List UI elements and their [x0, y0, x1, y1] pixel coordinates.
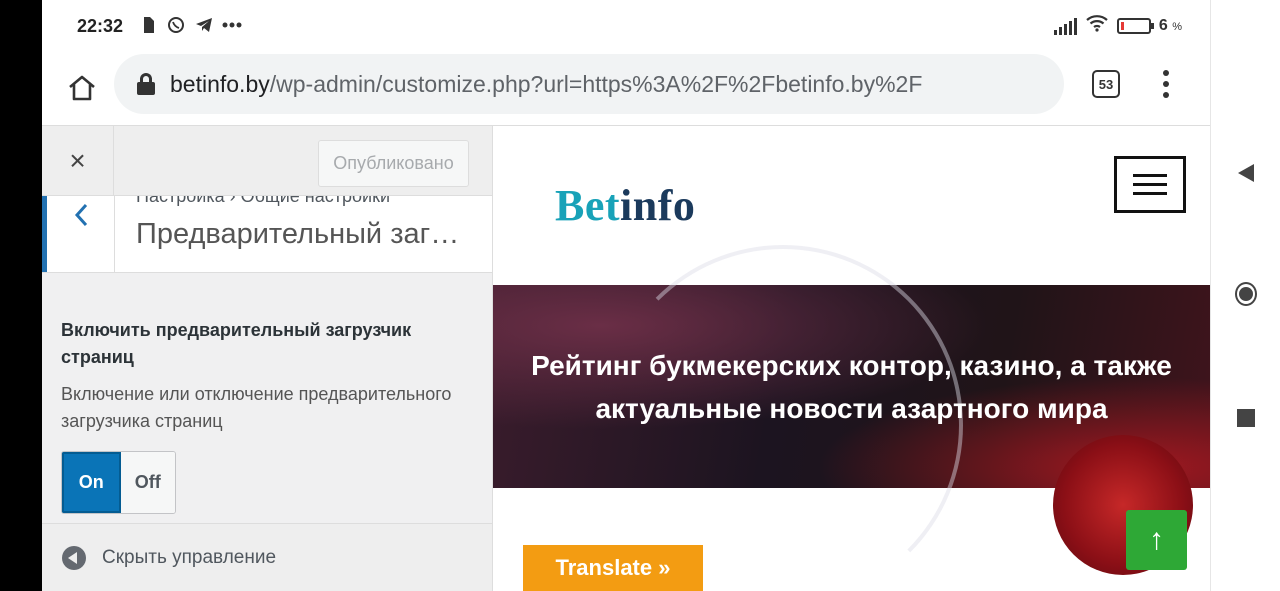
- system-navigation-bar: [1210, 0, 1280, 591]
- hamburger-menu-button[interactable]: [1114, 156, 1186, 213]
- setting-description: Включение или отключение предварительног…: [61, 384, 452, 431]
- screen-bezel: [0, 0, 42, 591]
- home-icon: [69, 75, 95, 101]
- more-notifications-icon: [222, 14, 242, 36]
- nav-back-button[interactable]: [1235, 162, 1257, 184]
- breadcrumb: Настройка › Общие настройки: [136, 196, 390, 206]
- telegram-icon: [194, 14, 214, 36]
- setting-label: Включить предварительный загрузчик стран…: [61, 320, 412, 367]
- battery-percent: 6 %: [1158, 16, 1182, 34]
- browser-menu-button[interactable]: [1154, 68, 1178, 100]
- phone-screen: 22:32 6 % betinfo.by/wp-admin/customize.…: [0, 0, 1280, 591]
- back-button[interactable]: [42, 196, 115, 272]
- setting-control: Включить предварительный загрузчик стран…: [42, 273, 492, 523]
- translate-button[interactable]: Translate »: [523, 545, 703, 591]
- signal-icon: [1053, 17, 1077, 35]
- hero-banner: Рейтинг букмекерских контор, казино, а т…: [493, 245, 1210, 591]
- section-title: Предварительный загрузчик страниц: [136, 218, 471, 250]
- customizer-header: × Опубликовано: [42, 126, 492, 196]
- home-circle-icon: [1235, 282, 1257, 306]
- collapse-label: Скрыть управление: [102, 546, 277, 568]
- battery-icon: [1116, 17, 1154, 34]
- close-customizer-button[interactable]: ×: [42, 126, 114, 196]
- address-bar[interactable]: betinfo.by/wp-admin/customize.php?url=ht…: [114, 54, 1064, 114]
- status-time: 22:32: [77, 16, 124, 36]
- publish-button[interactable]: Опубликовано: [318, 140, 469, 187]
- scroll-to-top-button[interactable]: ↑: [1126, 510, 1187, 570]
- hero-heading: Рейтинг букмекерских контор, казино, а т…: [531, 349, 1172, 424]
- collapse-icon: [62, 545, 86, 570]
- lock-icon: [136, 73, 156, 95]
- chevron-left-icon: [74, 203, 87, 227]
- system-status: 6 %: [1053, 14, 1182, 37]
- preloader-toggle[interactable]: On Off: [61, 451, 176, 514]
- site-preview: Betinfo Рейтинг букмекерских контор, каз…: [493, 126, 1210, 591]
- toggle-off-option[interactable]: Off: [120, 452, 175, 513]
- back-icon: [1238, 164, 1254, 182]
- browser-toolbar: betinfo.by/wp-admin/customize.php?url=ht…: [42, 52, 1210, 126]
- nav-home-button[interactable]: [1235, 282, 1257, 306]
- home-button[interactable]: [62, 68, 102, 108]
- url-text[interactable]: betinfo.by/wp-admin/customize.php?url=ht…: [170, 71, 922, 98]
- wifi-icon: [1085, 14, 1109, 37]
- recents-icon: [1237, 409, 1255, 427]
- customizer-panel: × Опубликовано Настройка › Общие настрой…: [42, 126, 493, 591]
- site-logo[interactable]: Betinfo: [555, 180, 695, 231]
- section-header: Настройка › Общие настройки Предваритель…: [42, 196, 492, 273]
- notification-icons: [138, 14, 242, 36]
- toggle-on-option[interactable]: On: [62, 452, 121, 513]
- nav-recents-button[interactable]: [1235, 407, 1257, 429]
- collapse-sidebar-button[interactable]: Скрыть управление: [42, 523, 492, 591]
- status-bar: 22:32 6 %: [42, 0, 1210, 52]
- viber-icon: [166, 14, 186, 36]
- tab-switcher-button[interactable]: 53: [1092, 70, 1120, 98]
- sim-card-icon: [138, 14, 158, 36]
